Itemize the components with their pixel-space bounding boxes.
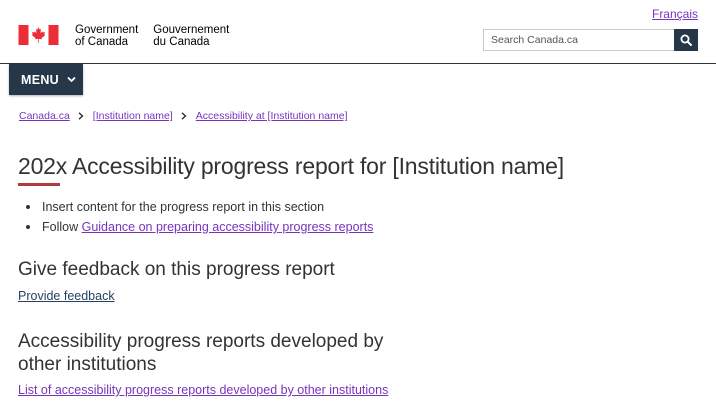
language-toggle-link[interactable]: Français	[652, 7, 698, 21]
content-list: Insert content for the progress report i…	[24, 197, 373, 237]
government-signature[interactable]: Government of Canada Gouvernement du Can…	[18, 24, 229, 48]
guidance-link[interactable]: Guidance on preparing accessibility prog…	[82, 220, 374, 234]
breadcrumb-link-institution[interactable]: [Institution name]	[93, 110, 173, 122]
list-item: Insert content for the progress report i…	[24, 197, 373, 217]
search-input[interactable]	[483, 29, 674, 51]
signature-en-line1: Government	[75, 24, 139, 36]
signature-en-line2: of Canada	[75, 36, 129, 48]
title-underline-accent	[18, 183, 60, 186]
breadcrumb-link-accessibility[interactable]: Accessibility at [Institution name]	[196, 110, 348, 122]
canada-flag-icon	[18, 25, 59, 45]
search-form	[483, 29, 698, 51]
signature-fr-line1: Gouvernement	[153, 24, 230, 36]
list-item-text: Insert content for the progress report i…	[42, 200, 325, 214]
signature-english: Government of Canada	[75, 24, 138, 48]
breadcrumb: Canada.ca [Institution name] Accessibili…	[19, 110, 348, 122]
chevron-down-icon	[67, 76, 76, 83]
page-title: 202x Accessibility progress report for […	[18, 153, 564, 179]
breadcrumb-link-canada[interactable]: Canada.ca	[19, 110, 70, 122]
menu-button[interactable]: MENU	[9, 64, 83, 95]
list-item-prefix: Follow	[42, 220, 79, 234]
provide-feedback-link[interactable]: Provide feedback	[18, 289, 115, 303]
other-reports-list-link[interactable]: List of accessibility progress reports d…	[18, 383, 388, 397]
signature-fr-line2: du Canada	[153, 36, 210, 48]
menu-label: MENU	[21, 72, 60, 87]
feedback-heading: Give feedback on this progress report	[18, 259, 335, 280]
list-item: Follow Guidance on preparing accessibili…	[24, 217, 373, 237]
chevron-right-icon	[78, 112, 84, 120]
other-institutions-heading: Accessibility progress reports developed…	[18, 331, 384, 375]
signature-french: Gouvernement du Canada	[153, 24, 229, 48]
chevron-right-icon	[181, 112, 187, 120]
search-icon	[680, 34, 692, 46]
site-header: Français Government of Canada Gouverneme…	[0, 0, 716, 64]
search-button[interactable]	[674, 29, 698, 51]
